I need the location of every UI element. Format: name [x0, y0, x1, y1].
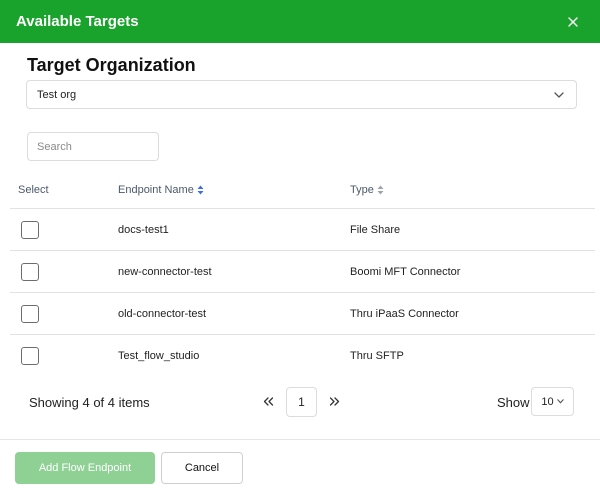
- close-button[interactable]: [562, 11, 584, 33]
- endpoints-table: Select Endpoint Name Type docs-test1 Fil: [10, 172, 595, 377]
- section-title: Target Organization: [27, 55, 196, 75]
- page-size-label: Show: [497, 395, 530, 410]
- organization-select[interactable]: Test org: [26, 80, 577, 109]
- next-page-button[interactable]: [325, 392, 343, 410]
- page-number-input[interactable]: 1: [286, 387, 317, 417]
- column-header-type[interactable]: Type: [350, 184, 384, 196]
- table-row: Test_flow_studio Thru SFTP: [10, 335, 595, 377]
- endpoint-name: new-connector-test: [118, 265, 212, 278]
- sort-icon[interactable]: [197, 185, 204, 195]
- pagination-bar: Showing 4 of 4 items 1 Show 10: [0, 380, 600, 424]
- table-row: old-connector-test Thru iPaaS Connector: [10, 293, 595, 335]
- column-header-name-label: Endpoint Name: [118, 184, 194, 196]
- endpoint-name: old-connector-test: [118, 307, 207, 320]
- sort-icon-graphic: [377, 185, 384, 195]
- footer-divider: [0, 439, 600, 440]
- cancel-button[interactable]: Cancel: [161, 452, 243, 484]
- table-row: new-connector-test Boomi MFT Connector: [10, 251, 595, 293]
- page-size-select[interactable]: 10: [531, 387, 574, 416]
- endpoint-type: File Share: [350, 223, 401, 236]
- sort-icon[interactable]: [377, 185, 384, 195]
- row-checkbox[interactable]: [21, 220, 39, 239]
- dialog-header: Available Targets: [0, 0, 600, 43]
- row-checkbox[interactable]: [21, 347, 39, 365]
- close-icon: [568, 16, 578, 27]
- search-input[interactable]: [27, 132, 159, 161]
- column-header-select: Select: [18, 184, 49, 196]
- double-chevron-left-icon: [263, 396, 273, 406]
- chevron-down-icon: [556, 399, 564, 404]
- chevron-down-icon: [554, 91, 564, 98]
- row-checkbox[interactable]: [21, 304, 39, 323]
- column-header-name[interactable]: Endpoint Name: [118, 184, 204, 196]
- row-checkbox[interactable]: [21, 262, 39, 281]
- page-size-value: 10: [541, 395, 554, 408]
- endpoint-type: Thru iPaaS Connector: [350, 307, 459, 320]
- organization-select-value: Test org: [37, 88, 77, 101]
- dialog-title: Available Targets: [16, 13, 139, 30]
- previous-page-button[interactable]: [259, 392, 277, 410]
- double-chevron-right-icon: [329, 396, 339, 406]
- endpoint-type: Thru SFTP: [350, 350, 404, 362]
- table-row: docs-test1 File Share: [10, 209, 595, 251]
- endpoint-name: docs-test1: [118, 223, 169, 236]
- table-header: Select Endpoint Name Type: [10, 172, 595, 209]
- add-flow-endpoint-button[interactable]: Add Flow Endpoint: [15, 452, 155, 484]
- sort-icon-graphic: [197, 185, 204, 195]
- items-summary: Showing 4 of 4 items: [29, 395, 150, 410]
- endpoint-type: Boomi MFT Connector: [350, 265, 461, 278]
- column-header-type-label: Type: [350, 184, 374, 196]
- endpoint-name: Test_flow_studio: [118, 350, 200, 362]
